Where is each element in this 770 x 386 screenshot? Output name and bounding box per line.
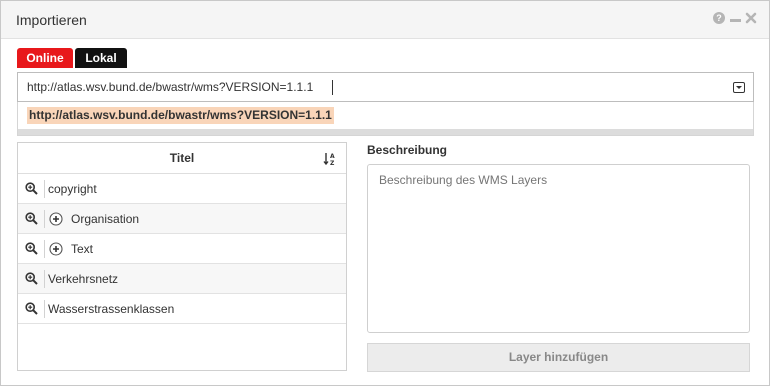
layer-name: Verkehrsnetz: [48, 272, 119, 286]
zoom-in-icon[interactable]: [25, 182, 38, 195]
expand-plus-icon[interactable]: [49, 242, 63, 256]
add-layer-button[interactable]: Layer hinzufügen: [367, 343, 750, 372]
dropdown-toggle-icon[interactable]: [733, 82, 745, 93]
zoom-in-icon[interactable]: [25, 242, 38, 255]
layer-name: Text: [71, 242, 94, 256]
zoom-in-icon[interactable]: [25, 272, 38, 285]
row-separator: [44, 210, 45, 228]
table-row[interactable]: Text: [18, 234, 346, 264]
row-separator: [44, 300, 45, 318]
svg-text:A: A: [330, 153, 335, 160]
dialog-title: Importieren: [16, 12, 87, 28]
table-row[interactable]: Verkehrsnetz: [18, 264, 346, 294]
zoom-in-icon[interactable]: [25, 302, 38, 315]
row-separator: [44, 270, 45, 288]
url-combobox: [17, 72, 754, 102]
source-tabs: Online Lokal: [17, 48, 127, 68]
suggestion-scrollbar[interactable]: [18, 129, 753, 135]
tab-lokal[interactable]: Lokal: [75, 48, 127, 68]
description-textarea[interactable]: [367, 164, 750, 333]
dialog-titlebar[interactable]: Importieren ?: [1, 1, 769, 39]
zoom-in-icon[interactable]: [25, 212, 38, 225]
table-row[interactable]: copyright: [18, 174, 346, 204]
column-title: Titel: [169, 151, 195, 165]
layer-list: Titel A Z copyright Organisation Text Ve…: [17, 142, 347, 371]
layer-name: Organisation: [71, 212, 140, 226]
help-icon[interactable]: ?: [713, 12, 725, 24]
table-row[interactable]: Organisation: [18, 204, 346, 234]
layer-list-header[interactable]: Titel A Z: [18, 143, 346, 174]
row-separator: [44, 180, 45, 198]
text-caret: [332, 80, 333, 95]
url-suggestion-item[interactable]: http://atlas.wsv.bund.de/bwastr/wms?VERS…: [27, 107, 334, 124]
row-separator: [44, 240, 45, 258]
layer-name: copyright: [48, 182, 97, 196]
tab-online[interactable]: Online: [17, 48, 73, 68]
svg-text:Z: Z: [330, 160, 335, 166]
close-icon[interactable]: [745, 12, 757, 24]
import-dialog: Importieren ? Online Lokal http://atlas.…: [0, 0, 770, 386]
description-label: Beschreibung: [367, 143, 448, 157]
table-row[interactable]: Wasserstrassenklassen: [18, 294, 346, 324]
layer-name: Wasserstrassenklassen: [48, 302, 175, 316]
url-suggestion-list: http://atlas.wsv.bund.de/bwastr/wms?VERS…: [17, 102, 754, 136]
url-input[interactable]: [18, 73, 718, 101]
sort-alpha-icon[interactable]: A Z: [323, 152, 337, 166]
expand-plus-icon[interactable]: [49, 212, 63, 226]
minimize-icon[interactable]: [729, 12, 741, 24]
window-controls: ?: [713, 12, 757, 24]
